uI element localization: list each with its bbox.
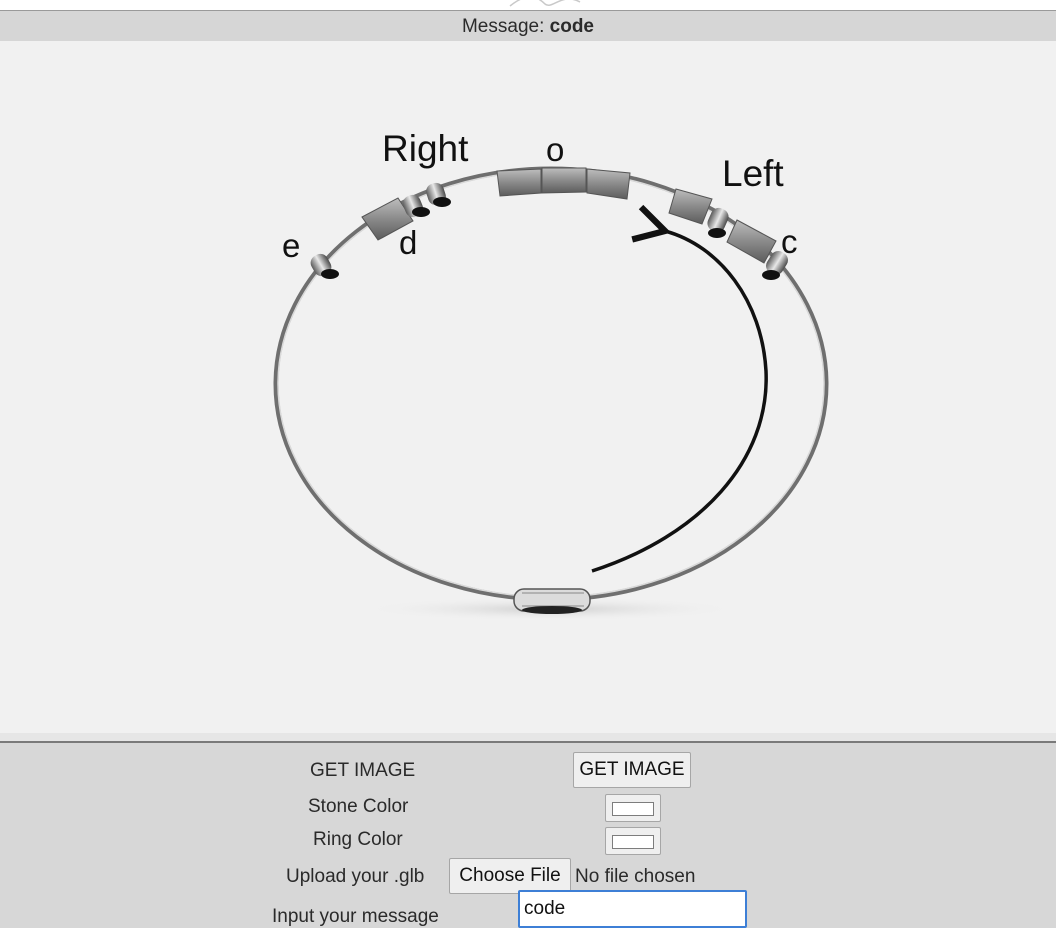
bracelet-viewer[interactable]: Right Left e d o c bbox=[0, 41, 1056, 733]
message-value: code bbox=[549, 16, 594, 37]
label-letter-c: c bbox=[781, 223, 798, 260]
no-file-text: No file chosen bbox=[575, 866, 696, 887]
ring-color-picker[interactable] bbox=[605, 827, 661, 855]
logo-icon bbox=[509, 0, 581, 7]
get-image-label: GET IMAGE bbox=[310, 760, 416, 781]
label-letter-e: e bbox=[282, 227, 300, 264]
upload-label: Upload your .glb bbox=[286, 866, 425, 887]
rotation-arrow bbox=[591, 204, 768, 573]
controls-panel: GET IMAGE GET IMAGE Stone Color Ring Col… bbox=[0, 733, 1056, 928]
label-left: Left bbox=[722, 153, 784, 194]
message-bar: Message: code bbox=[0, 11, 1056, 41]
stone-color-label: Stone Color bbox=[308, 796, 409, 817]
bracelet-render: Right Left e d o c bbox=[273, 128, 829, 621]
message-input-label: Input your message bbox=[272, 906, 439, 927]
ring-color-label: Ring Color bbox=[313, 829, 403, 850]
bead-left bbox=[668, 188, 777, 264]
top-strip bbox=[0, 0, 1056, 11]
message-input[interactable] bbox=[518, 890, 747, 928]
clasp bbox=[513, 588, 591, 614]
get-image-button[interactable]: GET IMAGE bbox=[573, 752, 691, 788]
bead-o bbox=[496, 167, 631, 200]
message-prefix: Message: bbox=[461, 16, 545, 37]
stone-color-picker[interactable] bbox=[605, 794, 661, 822]
choose-file-button[interactable]: Choose File bbox=[449, 858, 571, 894]
ring-color-swatch bbox=[612, 835, 654, 849]
label-right: Right bbox=[382, 128, 469, 169]
stone-color-swatch bbox=[612, 802, 654, 816]
label-letter-o: o bbox=[546, 131, 564, 168]
label-letter-d: d bbox=[399, 224, 417, 261]
